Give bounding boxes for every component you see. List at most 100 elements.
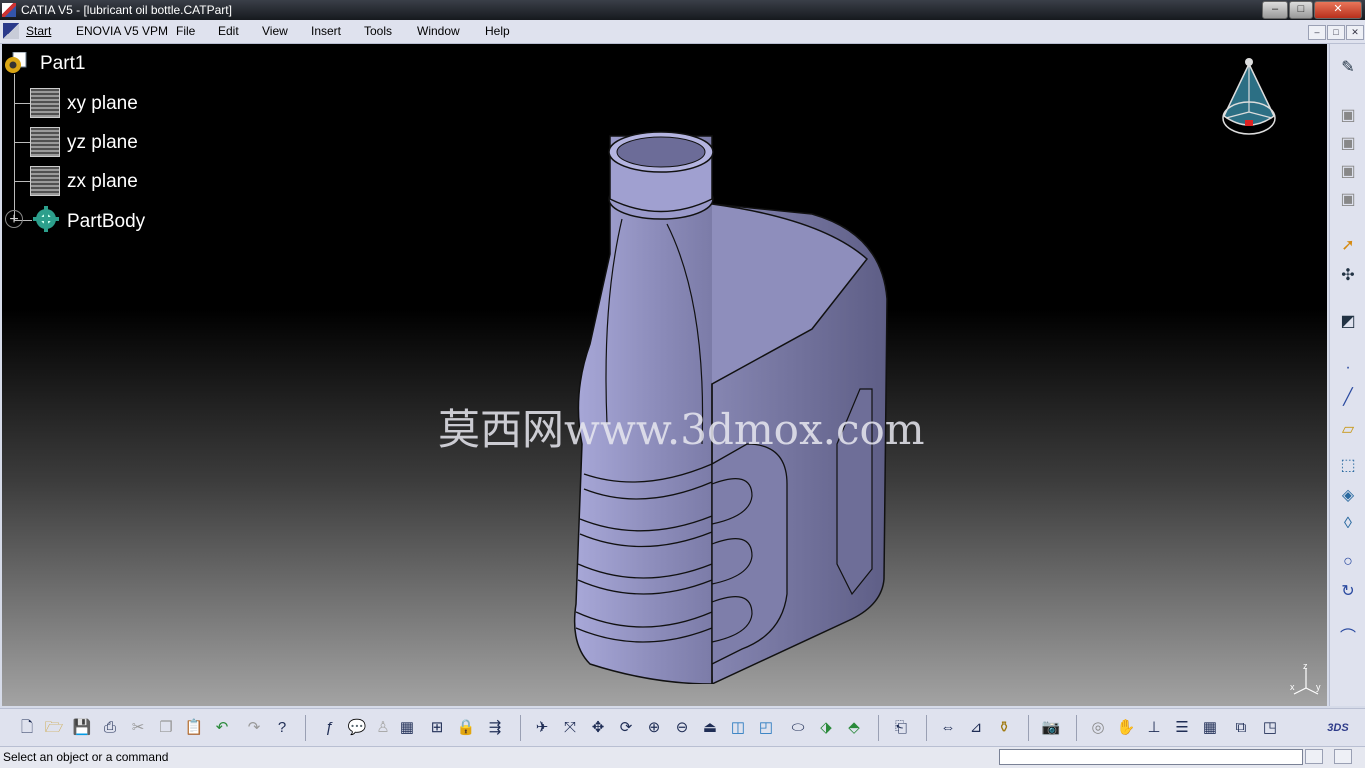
tree-branch-line	[14, 74, 15, 220]
plane-icon[interactable]	[30, 127, 60, 157]
partbody-gear-icon[interactable]	[32, 205, 60, 233]
table-icon[interactable]: ▦	[396, 717, 418, 739]
toolbar-separator	[305, 715, 306, 741]
shade-icon[interactable]: ◰	[755, 717, 777, 739]
start-logo-icon[interactable]	[3, 23, 19, 39]
print-icon[interactable]: ⎙	[99, 717, 121, 739]
open-icon[interactable]: 🗁	[43, 717, 65, 739]
doc-close-button[interactable]: ✕	[1346, 25, 1364, 40]
whats-this-icon[interactable]: ?	[271, 717, 293, 739]
draft-icon[interactable]: ⊿	[965, 717, 987, 739]
plane-icon[interactable]	[30, 166, 60, 196]
plane-tool-icon[interactable]: ▱	[1338, 420, 1358, 440]
section-icon[interactable]: ⧉	[1230, 717, 1252, 739]
tree-item-yz-plane[interactable]: yz plane	[65, 132, 142, 154]
snapshot-camera-icon[interactable]: 📷	[1040, 717, 1062, 739]
menu-bar: Start ENOVIA V5 VPM File Edit View Inser…	[0, 20, 1365, 44]
compass-icon[interactable]	[1218, 56, 1280, 140]
copy-icon[interactable]: ❐	[155, 717, 177, 739]
toolbar-icon[interactable]: ▣	[1338, 134, 1358, 154]
tree-item-partbody[interactable]: PartBody	[65, 211, 150, 233]
menu-help[interactable]: Help	[485, 24, 510, 38]
hand-icon[interactable]: ✋	[1115, 717, 1137, 739]
swap-icon[interactable]: ⬗	[815, 717, 837, 739]
axis-icon[interactable]: ⊥	[1143, 717, 1165, 739]
toolbar-icon[interactable]: ▣	[1338, 190, 1358, 210]
tree-item-xy-plane[interactable]: xy plane	[65, 93, 142, 115]
revolve-icon[interactable]: ◈	[1338, 486, 1358, 506]
circle-icon[interactable]: ○	[1338, 552, 1358, 572]
bottom-toolbar: 🗋 🗁 💾 ⎙ ✂ ❐ 📋 ↶ ↷ ? ƒ 💬 ♙ ▦ ⊞ 🔒 ⇶ ✈ ⤧ ✥ …	[0, 708, 1365, 747]
save-icon[interactable]: 💾	[71, 717, 93, 739]
line-icon[interactable]: ╱	[1338, 388, 1358, 408]
menu-window[interactable]: Window	[417, 24, 460, 38]
spec-icon[interactable]: ☰	[1171, 717, 1193, 739]
menu-insert[interactable]: Insert	[311, 24, 341, 38]
knowledge-icon[interactable]: ♙	[372, 717, 394, 739]
3d-viewport[interactable]: Part1 xy plane yz plane zx plane + PartB…	[2, 44, 1327, 706]
menu-file[interactable]: File	[176, 24, 195, 38]
zoom-in-icon[interactable]: ⊕	[643, 717, 665, 739]
normal-view-icon[interactable]: ⏏	[699, 717, 721, 739]
axis-y-label: y	[1316, 682, 1321, 692]
formula-icon[interactable]: ƒ	[318, 717, 340, 739]
capture-icon[interactable]: ⎗	[890, 717, 912, 739]
menu-view[interactable]: View	[262, 24, 288, 38]
expand-plus-icon[interactable]: +	[5, 210, 23, 228]
grid-icon[interactable]: ▦	[1199, 717, 1221, 739]
lock-icon[interactable]: 🔒	[455, 717, 477, 739]
toolbar-separator	[926, 715, 927, 741]
toolbar-icon[interactable]: ▣	[1338, 162, 1358, 182]
spline-icon[interactable]: ↻	[1338, 582, 1358, 602]
menu-tools[interactable]: Tools	[364, 24, 392, 38]
toolbar-icon[interactable]: ▣	[1338, 106, 1358, 126]
status-icon[interactable]	[1305, 749, 1323, 764]
plane-icon[interactable]	[30, 88, 60, 118]
command-input[interactable]	[999, 749, 1303, 765]
measure-icon[interactable]: ⇶	[484, 717, 506, 739]
sketcher-icon[interactable]: ✎	[1338, 58, 1358, 78]
analysis-icon[interactable]: ⇔	[937, 717, 959, 739]
point-icon[interactable]: ·	[1338, 358, 1358, 378]
fly-icon[interactable]: ✈	[531, 717, 553, 739]
iso-view-icon[interactable]: ◫	[727, 717, 749, 739]
window-title-bar: CATIA V5 - [lubricant oil bottle.CATPart…	[0, 0, 1365, 20]
snap-icon[interactable]: ✣	[1338, 266, 1358, 286]
toolbar-separator	[520, 715, 521, 741]
sweep-icon[interactable]: ◊	[1338, 514, 1358, 534]
doc-minimize-button[interactable]: –	[1308, 25, 1326, 40]
compass-tool-icon[interactable]: ◳	[1259, 717, 1281, 739]
curve-icon[interactable]: ⌒	[1338, 628, 1358, 648]
hide-show-icon[interactable]: ⬭	[787, 717, 809, 739]
redo-icon[interactable]: ↷	[243, 717, 265, 739]
extrude-icon[interactable]: ⬚	[1338, 456, 1358, 476]
menu-enovia[interactable]: ENOVIA V5 VPM	[76, 24, 168, 38]
status-icon[interactable]	[1334, 749, 1352, 764]
pan-icon[interactable]: ✥	[587, 717, 609, 739]
select-arrow-icon[interactable]: ➚	[1338, 236, 1358, 256]
mass-icon[interactable]: ⚱	[993, 717, 1015, 739]
part-gear-icon[interactable]	[4, 51, 28, 76]
maximize-button[interactable]: □	[1289, 1, 1313, 19]
settings-icon[interactable]: ◎	[1087, 717, 1109, 739]
zoom-out-icon[interactable]: ⊖	[671, 717, 693, 739]
rotate-icon[interactable]: ⟳	[615, 717, 637, 739]
tree-icon[interactable]: ⊞	[426, 717, 448, 739]
cut-icon[interactable]: ✂	[127, 717, 149, 739]
paste-icon[interactable]: 📋	[183, 717, 205, 739]
close-button[interactable]: ✕	[1314, 1, 1362, 19]
tree-branch-line	[14, 142, 30, 143]
fit-all-icon[interactable]: ⤧	[559, 717, 581, 739]
undo-icon[interactable]: ↶	[211, 717, 233, 739]
menu-edit[interactable]: Edit	[218, 24, 239, 38]
catia-logo-icon: 3DS	[1327, 722, 1349, 734]
minimize-button[interactable]: –	[1262, 1, 1288, 19]
sketch-icon[interactable]: ◩	[1338, 312, 1358, 332]
doc-restore-button[interactable]: □	[1327, 25, 1345, 40]
menu-start[interactable]: Start	[26, 24, 51, 38]
tree-root-part1[interactable]: Part1	[38, 53, 90, 75]
comment-icon[interactable]: 💬	[346, 717, 368, 739]
tree-item-zx-plane[interactable]: zx plane	[65, 171, 142, 193]
new-icon[interactable]: 🗋	[16, 717, 38, 739]
render-icon[interactable]: ⬘	[843, 717, 865, 739]
